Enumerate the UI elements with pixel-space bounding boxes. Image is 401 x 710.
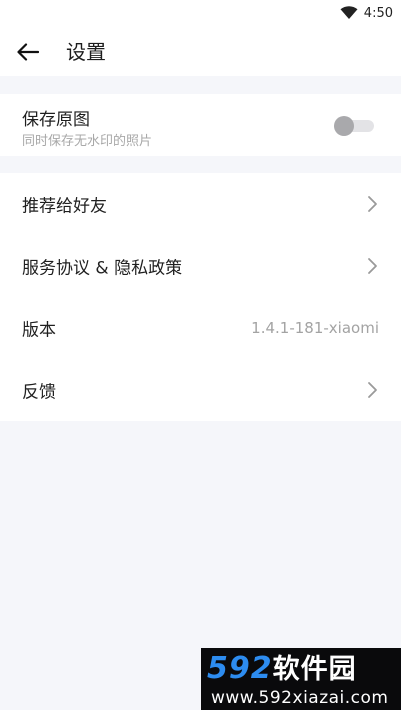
save-original-subtitle: 同时保存无水印的照片 — [22, 134, 153, 149]
site-watermark: 592软件园 www.592xiazai.com — [201, 648, 401, 710]
back-button[interactable] — [14, 38, 42, 66]
status-bar: 4:50 — [0, 0, 401, 26]
chevron-right-icon — [368, 196, 377, 212]
version-label: 版本 — [22, 320, 56, 341]
chevron-right-icon — [368, 258, 377, 274]
save-original-title: 保存原图 — [22, 110, 90, 130]
feedback-label: 反馈 — [22, 382, 56, 403]
menu-section: 推荐给好友 服务协议 & 隐私政策 版本 1.4.1-181-xiaomi 反馈 — [0, 173, 401, 421]
recommend-label: 推荐给好友 — [22, 196, 107, 217]
version-row: 版本 1.4.1-181-xiaomi — [0, 297, 401, 359]
chevron-right-icon — [368, 382, 377, 398]
watermark-number: 592 — [207, 651, 273, 686]
page-title: 设置 — [66, 40, 106, 64]
watermark-url: www.592xiazai.com — [211, 688, 389, 708]
feedback-row[interactable]: 反馈 — [0, 359, 401, 421]
status-right: 4:50 — [340, 4, 393, 22]
agreement-label: 服务协议 & 隐私政策 — [22, 258, 183, 279]
recommend-row[interactable]: 推荐给好友 — [0, 173, 401, 235]
version-value: 1.4.1-181-xiaomi — [251, 319, 379, 337]
app-bar: 设置 — [0, 26, 401, 76]
save-original-row: 保存原图 同时保存无水印的照片 — [0, 94, 401, 156]
watermark-logo: 592软件园 — [207, 650, 357, 689]
section-gap — [0, 156, 401, 173]
wifi-icon — [340, 6, 358, 19]
watermark-brand: 软件园 — [272, 654, 357, 685]
toggle-knob — [334, 116, 354, 136]
status-time: 4:50 — [363, 5, 393, 21]
arrow-left-icon — [17, 43, 39, 61]
save-original-toggle[interactable] — [334, 116, 376, 136]
agreement-row[interactable]: 服务协议 & 隐私政策 — [0, 235, 401, 297]
section-gap — [0, 76, 401, 94]
